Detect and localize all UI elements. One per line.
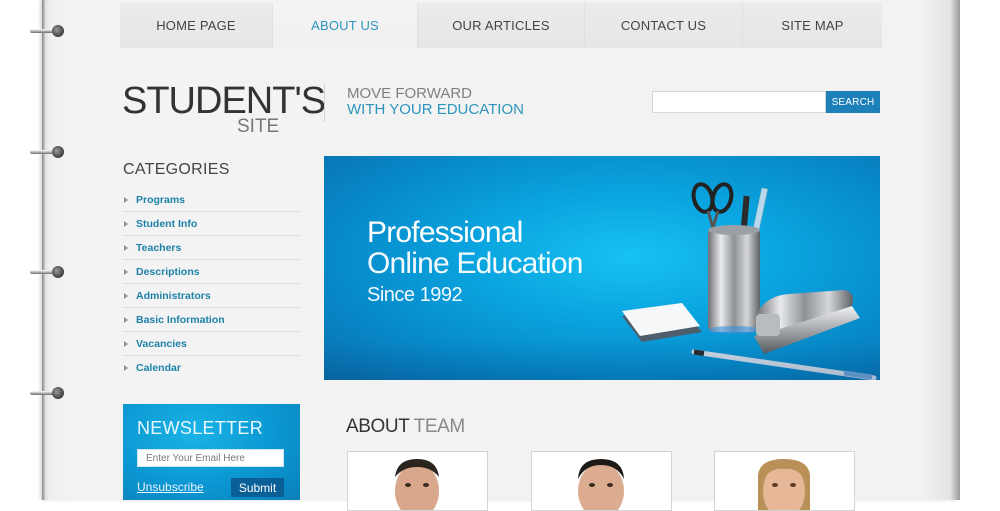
category-item[interactable]: Vacancies	[123, 332, 300, 356]
team-member-photo	[578, 459, 624, 510]
category-item[interactable]: Administrators	[123, 284, 300, 308]
caret-right-icon	[124, 316, 128, 323]
newsletter-email-input[interactable]	[137, 449, 284, 467]
logo-sub-text: SITE	[237, 116, 280, 137]
caret-right-icon	[124, 292, 128, 299]
unsubscribe-link[interactable]: Unsubscribe	[137, 480, 204, 494]
tagline-line-2: WITH YOUR EDUCATION	[347, 101, 524, 118]
category-link[interactable]: Vacancies	[136, 338, 187, 350]
tagline: MOVE FORWARD WITH YOUR EDUCATION	[347, 86, 524, 118]
category-item[interactable]: Descriptions	[123, 260, 300, 284]
pen-cup-icon	[708, 228, 760, 332]
category-link[interactable]: Calendar	[136, 362, 181, 374]
category-item[interactable]: Basic Information	[123, 308, 300, 332]
caret-right-icon	[124, 244, 128, 251]
newsletter-submit-button[interactable]: Submit	[231, 478, 284, 497]
binder-ring-icon	[30, 266, 66, 278]
tagline-line-1: MOVE FORWARD	[347, 85, 473, 102]
logo-main-text: STUDENT'S	[122, 80, 326, 122]
banner-subheadline: Online Education	[367, 247, 583, 280]
about-team-heading-part1: ABOUT	[346, 416, 410, 437]
category-link[interactable]: Descriptions	[136, 266, 200, 278]
notepad-icon	[622, 303, 702, 342]
banner-headline: Professional	[367, 216, 523, 249]
newsletter-box: NEWSLETTER Unsubscribe Submit	[123, 404, 300, 500]
search-input[interactable]	[652, 91, 826, 113]
team-member-card[interactable]	[347, 451, 488, 511]
banner-since: Since 1992	[367, 284, 463, 306]
ballpoint-pen-icon	[691, 349, 877, 380]
scissors-icon	[691, 182, 734, 232]
categories-heading: CATEGORIES	[123, 161, 230, 178]
nav-site-map[interactable]: SITE MAP	[743, 3, 882, 48]
category-link[interactable]: Administrators	[136, 290, 211, 302]
main-nav: HOME PAGE ABOUT US OUR ARTICLES CONTACT …	[120, 3, 882, 48]
caret-right-icon	[124, 340, 128, 347]
category-item[interactable]: Student Info	[123, 212, 300, 236]
header-divider	[324, 84, 325, 122]
team-member-photo	[758, 459, 810, 510]
category-link[interactable]: Student Info	[136, 218, 197, 230]
binder-ring-icon	[30, 387, 66, 399]
category-link[interactable]: Teachers	[136, 242, 181, 254]
hero-banner: Professional Online Education Since 1992	[324, 156, 880, 380]
about-team-heading-part2: TEAM	[413, 416, 466, 437]
stapler-icon	[754, 290, 860, 354]
about-team-heading: ABOUT TEAM	[346, 416, 465, 438]
binder-ring-icon	[30, 146, 66, 158]
search-button[interactable]: SEARCH	[826, 91, 880, 113]
caret-right-icon	[124, 220, 128, 227]
search-form: SEARCH	[652, 91, 880, 113]
category-item[interactable]: Programs	[123, 188, 300, 212]
team-member-card[interactable]	[714, 451, 855, 511]
newsletter-heading: NEWSLETTER	[137, 418, 264, 438]
team-member-card[interactable]	[531, 451, 672, 511]
nav-contact-us[interactable]: CONTACT US	[585, 3, 743, 48]
caret-right-icon	[124, 268, 128, 275]
site-logo[interactable]: STUDENT'S SITE	[122, 80, 326, 136]
category-item[interactable]: Calendar	[123, 356, 300, 380]
category-link[interactable]: Programs	[136, 194, 185, 206]
category-item[interactable]: Teachers	[123, 236, 300, 260]
nav-home-page[interactable]: HOME PAGE	[120, 3, 273, 48]
category-link[interactable]: Basic Information	[136, 314, 225, 326]
caret-right-icon	[124, 365, 128, 371]
caret-right-icon	[124, 196, 128, 203]
team-member-photo	[395, 459, 439, 510]
binder-ring-icon	[30, 25, 66, 37]
office-supplies-illustration	[622, 182, 877, 380]
nav-our-articles[interactable]: OUR ARTICLES	[418, 3, 585, 48]
categories-list: Programs Student Info Teachers Descripti…	[123, 188, 300, 380]
nav-about-us[interactable]: ABOUT US	[273, 3, 418, 48]
